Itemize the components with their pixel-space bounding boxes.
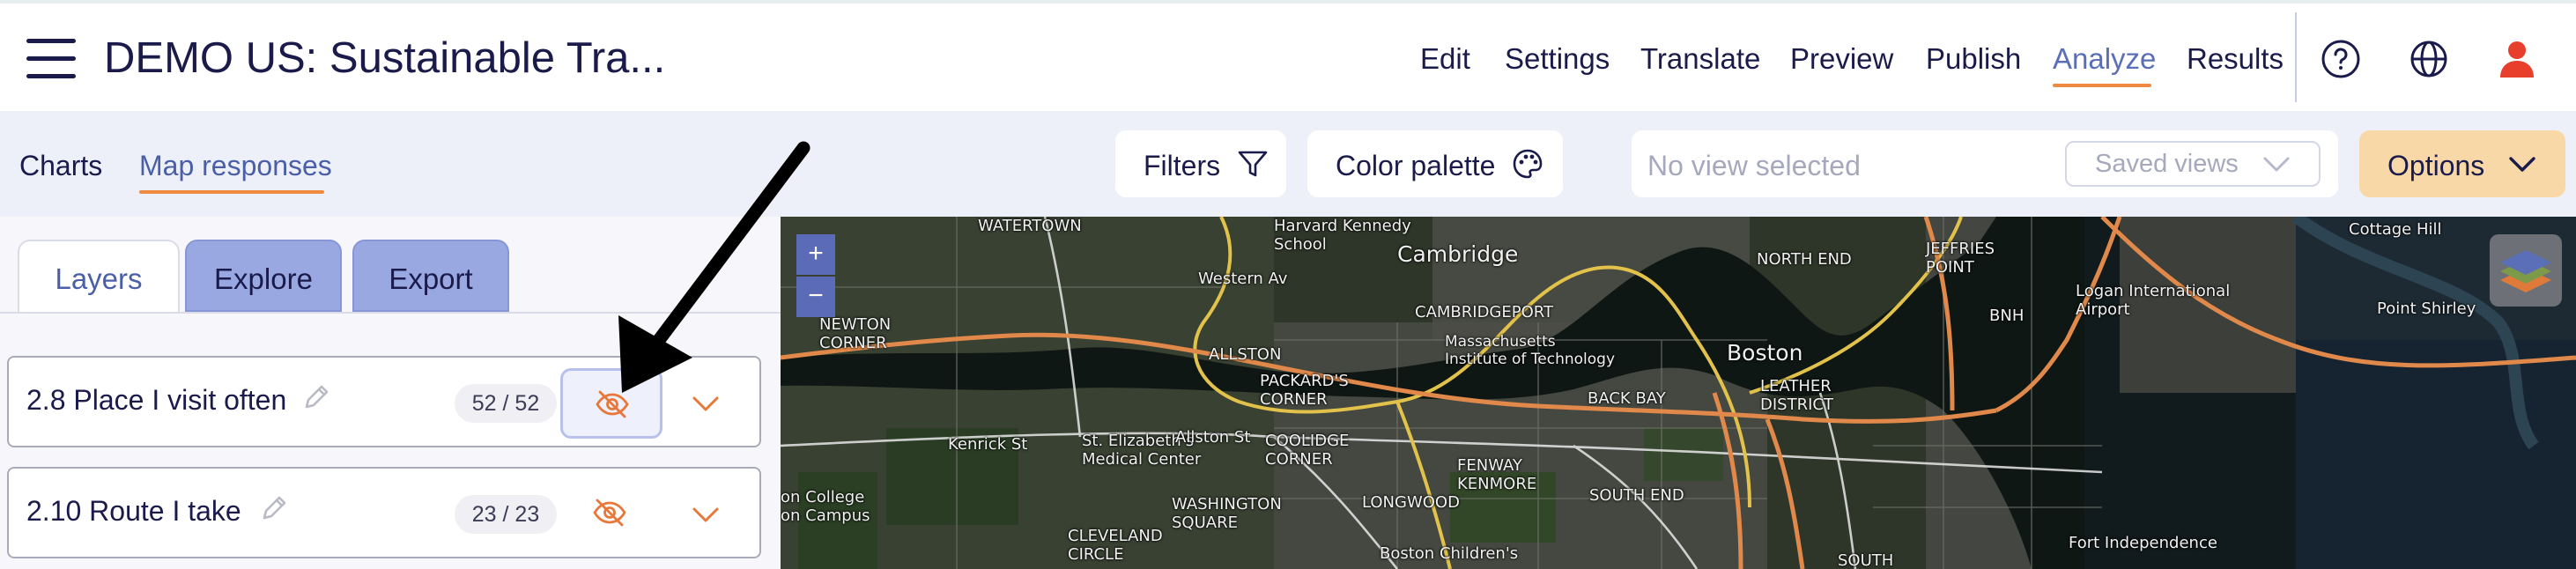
map-view[interactable]: WATERTOWN Harvard Kennedy School Cambrid… (781, 217, 2576, 569)
palette-icon (1513, 149, 1543, 179)
map-label: ALLSTON (1209, 345, 1282, 364)
map-label: CLEVELAND CIRCLE (1068, 527, 1163, 564)
view-placeholder: No view selected (1647, 150, 1861, 181)
tab-export-label: Export (389, 262, 473, 295)
globe-icon[interactable] (2409, 39, 2449, 79)
nav-preview[interactable]: Preview (1790, 42, 1893, 76)
map-label: Point Shirley (2377, 299, 2476, 318)
map-label: Cambridge (1397, 241, 1519, 267)
header-divider (2295, 12, 2297, 102)
options-label: Options (2387, 150, 2485, 181)
layer-response-count: 52 / 52 (455, 384, 557, 423)
subtab-active-indicator (139, 190, 324, 194)
app-header: DEMO US: Sustainable Tra... Edit Setting… (0, 4, 2576, 111)
layer-name: 2.10 Route I take (26, 495, 241, 527)
map-label: Fort Independence (2069, 534, 2217, 552)
tab-export[interactable]: Export (352, 240, 509, 312)
analyze-toolbar: Charts Map responses Filters Color palet… (0, 111, 2576, 217)
map-label: LONGWOOD (1362, 493, 1460, 512)
saved-views-dropdown[interactable]: Saved views (2065, 141, 2321, 187)
nav-translate[interactable]: Translate (1640, 42, 1760, 76)
tab-layers[interactable]: Layers (18, 240, 180, 314)
pencil-icon[interactable] (300, 381, 331, 414)
options-button[interactable]: Options (2359, 130, 2565, 197)
map-label: BNH (1989, 307, 2025, 325)
tab-layers-label: Layers (55, 262, 143, 295)
map-label: Boston Children's (1380, 544, 1519, 563)
satellite-basemap (781, 217, 2576, 569)
zoom-in-button[interactable]: + (796, 234, 835, 275)
tab-divider (0, 312, 781, 314)
map-label: Harvard Kennedy School (1274, 217, 1411, 254)
color-palette-label: Color palette (1336, 150, 1496, 181)
chevron-down-icon[interactable] (687, 388, 724, 419)
map-label: SOUTH (1838, 551, 1894, 569)
nav-settings[interactable]: Settings (1505, 42, 1610, 76)
layer-item[interactable]: 2.10 Route I take 23 / 23 (7, 467, 761, 558)
layer-name: 2.8 Place I visit often (26, 384, 287, 416)
map-label: FENWAY KENMORE (1457, 456, 1537, 493)
stacked-layers-icon (2500, 250, 2551, 292)
saved-views-label: Saved views (2095, 150, 2239, 178)
filter-icon (1238, 151, 1268, 177)
map-label: on College on Campus (781, 488, 870, 525)
map-label: Western Av (1198, 270, 1288, 288)
map-label: COOLIDGE CORNER (1265, 432, 1350, 469)
map-label: Allston St (1175, 428, 1251, 447)
zoom-out-button[interactable]: − (796, 277, 835, 317)
tab-map-responses[interactable]: Map responses (139, 150, 332, 182)
layer-response-count: 23 / 23 (455, 495, 557, 534)
map-layers-button[interactable] (2490, 234, 2562, 307)
menu-icon[interactable] (26, 39, 76, 79)
map-label: PACKARD'S CORNER (1260, 372, 1349, 409)
pencil-icon[interactable] (257, 491, 289, 525)
user-icon[interactable] (2497, 39, 2537, 79)
map-label: CAMBRIDGEPORT (1415, 303, 1553, 321)
filters-label: Filters (1144, 150, 1221, 181)
chevron-down-icon (2263, 157, 2290, 172)
map-label: JEFFRIES POINT (1926, 240, 1995, 277)
map-label: BACK BAY (1588, 389, 1666, 408)
layer-item[interactable]: 2.8 Place I visit often 52 / 52 (7, 356, 761, 447)
map-label: LEATHER DISTRICT (1760, 377, 1833, 414)
map-label: NEWTON CORNER (819, 315, 892, 352)
tab-explore[interactable]: Explore (185, 240, 342, 312)
color-palette-button[interactable]: Color palette (1307, 130, 1563, 197)
nav-publish[interactable]: Publish (1926, 42, 2021, 76)
map-label: Massachusetts Institute of Technology (1445, 333, 1616, 368)
tab-explore-label: Explore (214, 262, 313, 295)
filters-button[interactable]: Filters (1115, 130, 1286, 197)
toggle-visibility-button[interactable] (560, 479, 663, 550)
project-title: DEMO US: Sustainable Tra... (104, 34, 666, 82)
nav-results[interactable]: Results (2187, 42, 2284, 76)
map-label: Kenrick St (948, 435, 1028, 454)
eye-off-icon (593, 499, 626, 527)
eye-off-icon (596, 390, 629, 418)
map-label: Cottage Hill (2349, 220, 2442, 239)
tab-charts[interactable]: Charts (19, 150, 102, 182)
toggle-visibility-button[interactable] (560, 368, 663, 439)
nav-analyze[interactable]: Analyze (2053, 42, 2156, 76)
help-icon[interactable] (2321, 39, 2361, 79)
chevron-down-icon (2509, 157, 2535, 172)
chevron-down-icon[interactable] (687, 499, 724, 530)
map-label: Logan International Airport (2076, 282, 2231, 319)
layers-panel: Layers Explore Export 2.8 Place I visit … (0, 217, 781, 569)
nav-edit[interactable]: Edit (1420, 42, 1470, 76)
map-label: WASHINGTON SQUARE (1172, 495, 1282, 532)
map-label: NORTH END (1757, 250, 1852, 269)
map-label: WATERTOWN (978, 217, 1082, 235)
nav-active-indicator (2053, 84, 2151, 87)
map-label: Boston (1727, 340, 1803, 366)
map-label: SOUTH END (1589, 486, 1684, 505)
